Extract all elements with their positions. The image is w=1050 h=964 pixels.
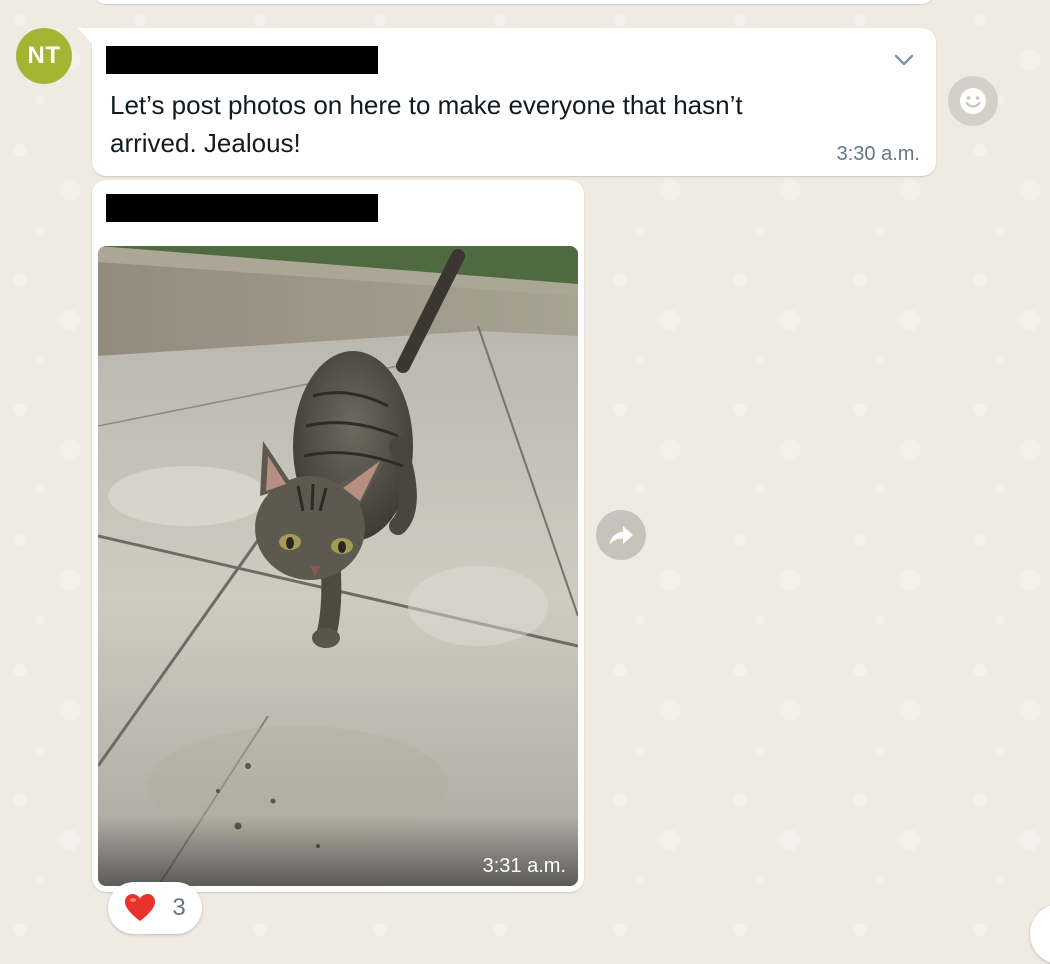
forward-arrow-icon[interactable] <box>596 510 646 560</box>
scroll-down-button[interactable] <box>1030 904 1050 964</box>
bubble-tail <box>78 28 94 46</box>
reaction-count: 3 <box>172 894 186 921</box>
message-bubble-text[interactable]: Let’s post photos on here to make everyo… <box>78 28 936 176</box>
message-timestamp: 3:30 a.m. <box>836 143 920 165</box>
sender-name-redacted <box>106 46 378 74</box>
sender-avatar[interactable]: NT <box>16 28 72 84</box>
emoji-smile-icon[interactable] <box>948 76 998 126</box>
avatar-initials: NT <box>27 42 61 69</box>
message-text: Let’s post photos on here to make everyo… <box>110 90 743 158</box>
reaction-badge[interactable]: 3 <box>108 882 202 934</box>
image-timestamp: 3:31 a.m. <box>482 855 566 877</box>
chevron-down-icon[interactable] <box>892 48 916 72</box>
previous-message-bubble <box>94 0 934 4</box>
heart-icon <box>125 894 156 921</box>
sender-name-redacted <box>106 194 378 222</box>
cat-photo[interactable]: 3:31 a.m. <box>98 246 578 886</box>
cat-photo-illustration <box>98 246 578 886</box>
message-bubble-image[interactable]: 3:31 a.m. <box>92 180 584 892</box>
